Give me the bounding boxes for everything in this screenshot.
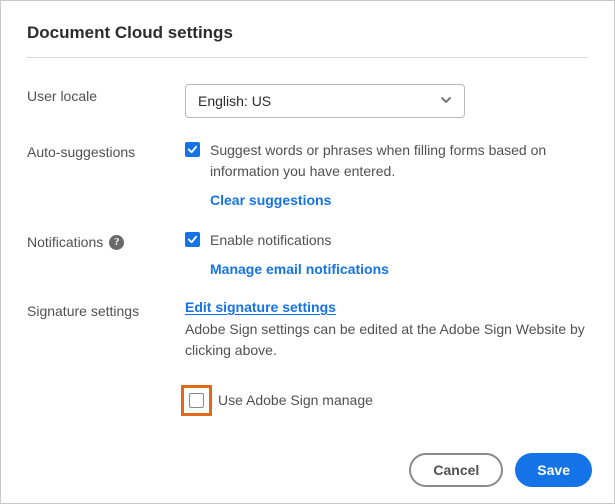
- chevron-down-icon: [440, 93, 452, 109]
- auto-suggestions-desc: Suggest words or phrases when filling fo…: [210, 140, 588, 182]
- cancel-button[interactable]: Cancel: [409, 453, 503, 487]
- manage-email-notifications-link[interactable]: Manage email notifications: [210, 261, 389, 277]
- enable-notifications-label: Enable notifications: [210, 230, 331, 251]
- row-notifications: Notifications ? Enable notifications Man…: [27, 230, 588, 277]
- label-user-locale: User locale: [27, 84, 185, 104]
- dialog-footer: Cancel Save: [409, 453, 592, 487]
- row-signature-settings: Signature settings Edit signature settin…: [27, 299, 588, 416]
- row-user-locale: User locale English: US: [27, 84, 588, 118]
- use-adobe-sign-checkbox[interactable]: [189, 393, 204, 408]
- auto-suggestions-checkbox[interactable]: [185, 142, 200, 157]
- locale-select-value: English: US: [198, 93, 271, 109]
- save-button[interactable]: Save: [515, 453, 592, 487]
- divider: [27, 57, 588, 58]
- help-icon[interactable]: ?: [109, 235, 124, 250]
- settings-dialog: Document Cloud settings User locale Engl…: [0, 0, 615, 504]
- label-notifications: Notifications: [27, 234, 103, 250]
- label-signature-settings: Signature settings: [27, 299, 185, 319]
- row-auto-suggestions: Auto-suggestions Suggest words or phrase…: [27, 140, 588, 208]
- label-auto-suggestions: Auto-suggestions: [27, 140, 185, 160]
- dialog-title: Document Cloud settings: [27, 23, 588, 43]
- highlight-box: [181, 385, 212, 416]
- locale-select[interactable]: English: US: [185, 84, 465, 118]
- notifications-checkbox[interactable]: [185, 232, 200, 247]
- edit-signature-settings-link[interactable]: Edit signature settings: [185, 299, 336, 315]
- use-adobe-sign-label: Use Adobe Sign manage: [218, 390, 373, 411]
- clear-suggestions-link[interactable]: Clear suggestions: [210, 192, 331, 208]
- signature-desc: Adobe Sign settings can be edited at the…: [185, 319, 588, 361]
